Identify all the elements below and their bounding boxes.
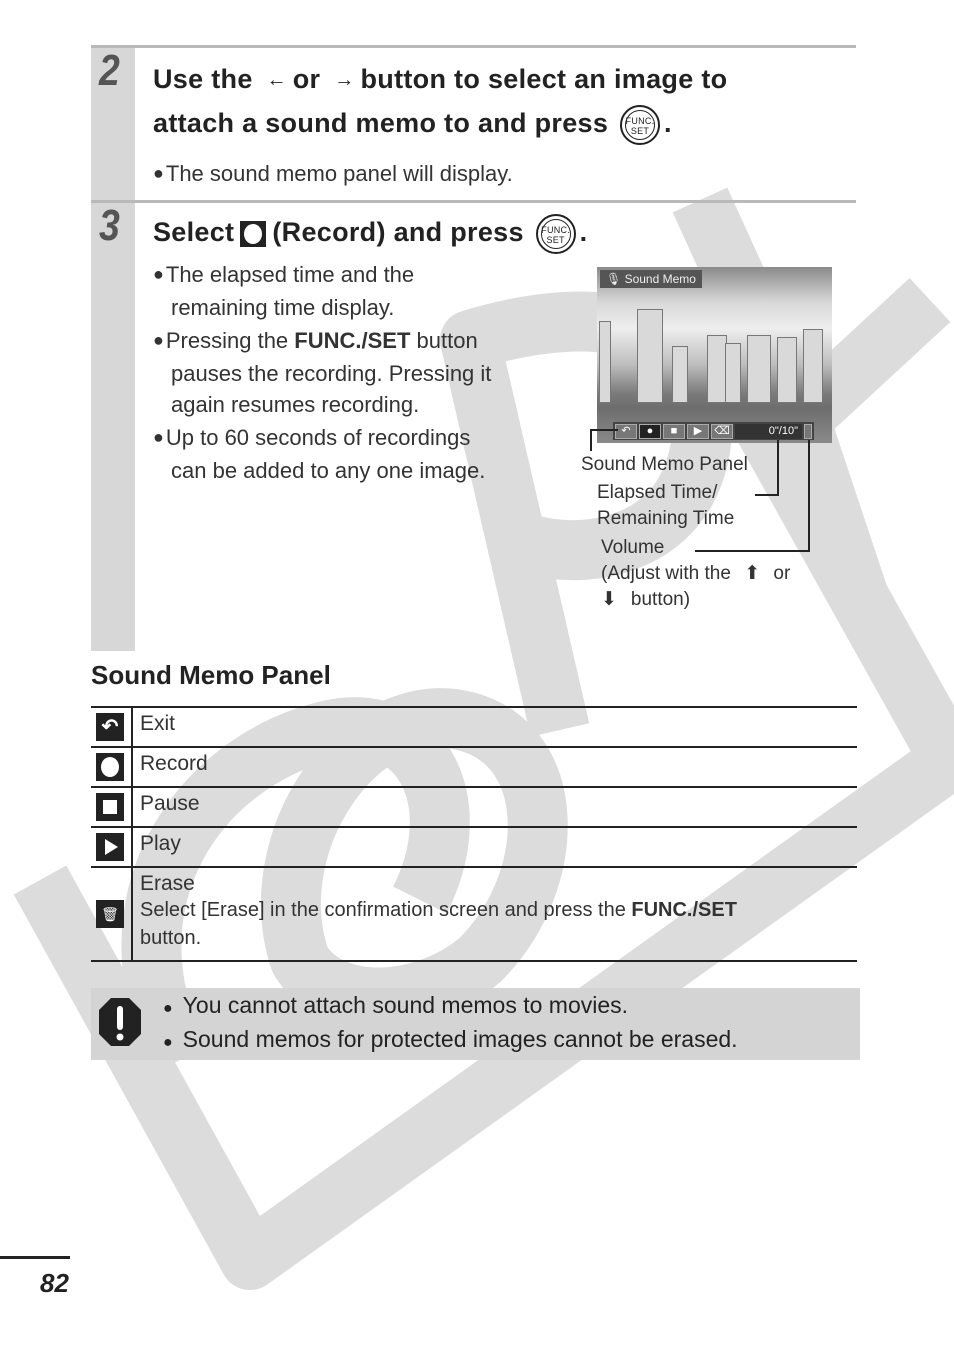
bullet-item: Up to 60 seconds of recordings — [153, 422, 573, 455]
step-number-column: 3 — [91, 201, 135, 651]
row-description: Select [Erase] in the confirmation scree… — [140, 899, 737, 949]
sound-memo-panel-table: ↶ Exit Record Pause Play 🗑 Erase Select … — [91, 706, 857, 962]
erase-icon: 🗑 — [96, 900, 124, 928]
caution-list: ● You cannot attach sound memos to movies… — [163, 990, 738, 1058]
callout-volume: Volume (Adjust with the ⬆ or ⬇ button) — [601, 537, 791, 610]
sound-memo-panel-bar: ↶ ● ■ ▶ ⌫ 0"/10" — [613, 422, 814, 440]
step-number-column: 2 — [91, 46, 135, 203]
callout-line — [590, 429, 618, 431]
play-icon — [96, 833, 124, 861]
step-title: Select (Record) and press FUNC. SET. — [153, 211, 587, 254]
func-set-button-icon: FUNC. SET — [620, 105, 661, 146]
title-text: button to select an image to — [360, 64, 728, 94]
bullet-continuation: can be added to any one image. — [171, 458, 486, 483]
bullet-item: The elapsed time and the — [153, 259, 573, 292]
row-label: Record — [132, 746, 857, 788]
microphone-icon: 🎙 — [606, 272, 622, 286]
bullet-item: Pressing the FUNC./SET button — [153, 325, 573, 358]
row-label: Pause — [132, 786, 857, 828]
caution-item: ● You cannot attach sound memos to movies… — [163, 992, 629, 1018]
erase-icon: ⌫ — [711, 423, 733, 439]
bullet-continuation: remaining time display. — [171, 295, 395, 320]
title-text: Use the — [153, 64, 253, 94]
step-title: Use the ← or → button to select an image t… — [153, 58, 728, 146]
table-row: 🗑 Erase Select [Erase] in the confirmati… — [91, 866, 857, 962]
caution-icon — [99, 998, 141, 1046]
func-set-button-icon: FUNC. SET — [535, 213, 576, 254]
table-row: Play — [91, 826, 857, 868]
section-title: Sound Memo Panel — [91, 660, 331, 690]
title-text: or — [292, 64, 321, 94]
pause-icon: ■ — [663, 423, 685, 439]
callout-elapsed-time: Elapsed Time/Remaining Time — [597, 482, 735, 529]
exit-icon: ↶ — [615, 423, 637, 439]
right-arrow-icon: → — [334, 69, 355, 92]
caution-item: ● Sound memos for protected images cannot… — [163, 1026, 738, 1052]
table-row: ↶ Exit — [91, 706, 857, 748]
step-number: 2 — [99, 46, 120, 95]
row-label: Erase — [140, 872, 195, 895]
step-3-bullets: The elapsed time and the remaining time … — [153, 259, 573, 486]
callout-sound-memo-panel: Sound Memo Panel — [581, 454, 748, 475]
record-icon: ● — [639, 423, 661, 439]
left-arrow-icon: ← — [266, 69, 287, 92]
step-2: 2 Use the ← or → button to select an image… — [91, 45, 856, 203]
row-content: Erase Select [Erase] in the confirmation… — [132, 866, 857, 962]
step-number: 3 — [99, 201, 120, 250]
record-icon — [240, 220, 267, 247]
page-number-rule — [0, 1256, 70, 1259]
volume-indicator — [804, 423, 812, 439]
callout-line — [755, 494, 779, 496]
callout-line — [590, 429, 592, 451]
camera-screen-image: 🎙 Sound Memo ↶ ● ■ ▶ ⌫ 0"/10" — [597, 267, 832, 443]
time-readout: 0"/10" — [735, 423, 802, 439]
pause-icon — [96, 793, 124, 821]
row-label: Exit — [132, 706, 857, 748]
table-row: Pause — [91, 786, 857, 828]
bullet-continuation: again resumes recording. — [171, 392, 420, 417]
callout-line — [777, 440, 779, 496]
up-arrow-icon: ⬆ — [744, 563, 761, 584]
record-icon — [96, 753, 124, 781]
caution-box: ● You cannot attach sound memos to movies… — [91, 988, 860, 1060]
exit-icon: ↶ — [96, 713, 124, 741]
callout-line — [808, 440, 810, 552]
title-text: attach a sound memo to and press — [153, 108, 609, 139]
title-text: (Record) and press — [272, 217, 524, 247]
step-2-bullet: The sound memo panel will display. — [153, 158, 513, 191]
table-row: Record — [91, 746, 857, 788]
title-text: Select — [153, 217, 235, 247]
page-number: 82 — [40, 1268, 69, 1298]
row-label: Play — [132, 826, 857, 868]
sound-memo-label: 🎙 Sound Memo — [600, 270, 702, 288]
down-arrow-icon: ⬇ — [601, 589, 617, 610]
bullet-continuation: pauses the recording. Pressing it — [171, 361, 492, 386]
play-icon: ▶ — [687, 423, 709, 439]
